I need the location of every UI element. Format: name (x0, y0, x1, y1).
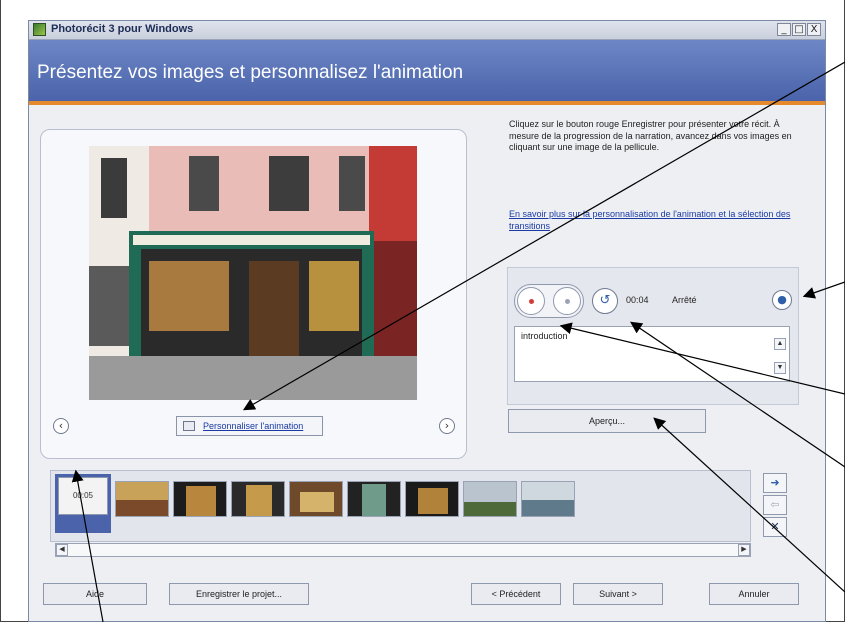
customization-help-link[interactable]: En savoir plus sur la personnalisation d… (509, 209, 809, 232)
preview-button[interactable]: Aperçu... (508, 409, 706, 433)
scroll-right-button[interactable]: ▶ (738, 544, 750, 556)
thumbnail[interactable] (405, 481, 459, 517)
title-bar: Photorécit 3 pour Windows _ □ X (29, 21, 825, 40)
thumbnail[interactable] (115, 481, 169, 517)
thumbnail[interactable] (289, 481, 343, 517)
stop-button[interactable] (553, 287, 581, 315)
close-button[interactable]: X (807, 23, 821, 36)
image-panel: ‹ Personnaliser l'animation › (40, 129, 467, 459)
previous-image-button[interactable]: ‹ (53, 418, 69, 434)
next-button[interactable]: Suivant > (573, 583, 663, 605)
app-window: Photorécit 3 pour Windows _ □ X Présente… (28, 20, 826, 622)
pub-storefront-photo (89, 146, 417, 400)
thumbnail[interactable] (463, 481, 517, 517)
delete-image-button[interactable]: ✕ (763, 517, 787, 537)
maximize-button[interactable]: □ (792, 23, 806, 36)
move-left-button[interactable]: ⇦ (763, 495, 787, 515)
thumbnail[interactable] (521, 481, 575, 517)
instructions-text: Cliquez sur le bouton rouge Enregistrer … (509, 119, 792, 152)
customize-animation-button[interactable]: Personnaliser l'animation (176, 416, 323, 436)
thumbnail[interactable] (231, 481, 285, 517)
page-header: Présentez vos images et personnalisez l'… (29, 40, 825, 105)
previous-button[interactable]: < Précédent (471, 583, 561, 605)
move-right-button[interactable]: ➜ (763, 473, 787, 493)
filmstrip-scrollbar[interactable]: ◀ ▶ (55, 543, 751, 557)
preview-photo (89, 146, 417, 400)
scroll-down-button[interactable]: ▼ (774, 362, 786, 374)
window-controls: _ □ X (777, 23, 821, 36)
microphone-icon: ● (777, 293, 787, 306)
save-project-button[interactable]: Enregistrer le projet... (169, 583, 309, 605)
scroll-up-button[interactable]: ▲ (774, 338, 786, 350)
help-button[interactable]: Aide (43, 583, 147, 605)
scroll-left-button[interactable]: ◀ (56, 544, 68, 556)
undo-icon: ↺ (599, 293, 611, 308)
page-title: Présentez vos images et personnalisez l'… (37, 62, 464, 83)
narration-panel: ↺ 00:04 Arrêté ● introduction ▲ ▼ (507, 267, 799, 405)
narration-notes-field[interactable]: introduction ▲ ▼ (514, 326, 790, 382)
microphone-settings-button[interactable]: ● (772, 290, 792, 310)
filmstrip: 00:05 (50, 470, 751, 542)
selected-thumbnail[interactable]: 00:05 (55, 474, 111, 533)
narration-status: Arrêté (672, 295, 697, 305)
thumbnail[interactable] (173, 481, 227, 517)
chevron-left-icon: ‹ (58, 419, 64, 432)
customize-animation-label: Personnaliser l'animation (203, 421, 304, 431)
footer-bar: Aide Enregistrer le projet... < Précéden… (29, 577, 825, 621)
selected-thumbnail-duration: 00:05 (58, 477, 108, 515)
app-icon (33, 23, 46, 36)
delete-icon: ✕ (770, 520, 780, 533)
arrow-left-icon: ⇦ (770, 498, 780, 511)
stop-icon (565, 299, 570, 304)
notes-scrollbar[interactable]: ▲ ▼ (774, 330, 786, 378)
record-controls (514, 284, 584, 318)
narration-timer: 00:04 (626, 295, 649, 305)
thumbnail[interactable] (347, 481, 401, 517)
arrow-right-icon: ➜ (770, 476, 780, 489)
undo-narration-button[interactable]: ↺ (592, 288, 618, 314)
animation-icon (183, 421, 195, 431)
record-button[interactable] (517, 287, 545, 315)
chevron-right-icon: › (444, 419, 450, 432)
cancel-button[interactable]: Annuler (709, 583, 799, 605)
record-icon (529, 299, 534, 304)
minimize-button[interactable]: _ (777, 23, 791, 36)
window-title: Photorécit 3 pour Windows (51, 23, 194, 35)
narration-notes-text: introduction (521, 331, 568, 341)
next-image-button[interactable]: › (439, 418, 455, 434)
